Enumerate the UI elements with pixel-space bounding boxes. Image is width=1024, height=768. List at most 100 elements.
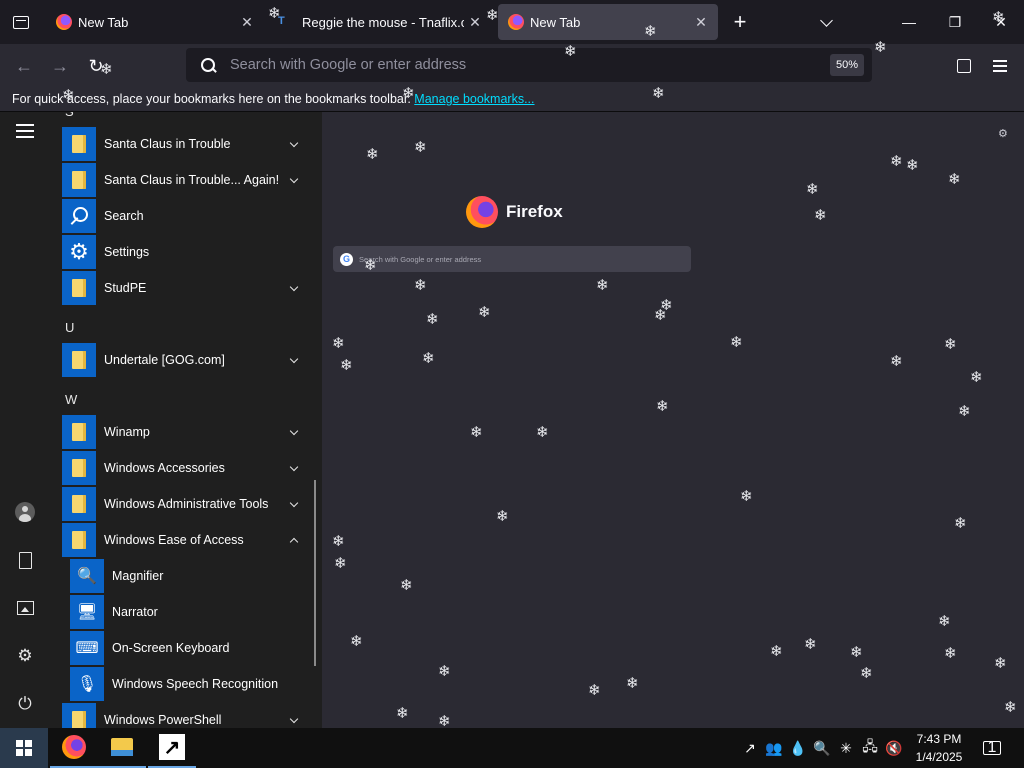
- app-label: Magnifier: [112, 569, 164, 583]
- tray-volume-icon[interactable]: 🔇: [884, 738, 904, 758]
- app-label: On-Screen Keyboard: [112, 641, 230, 655]
- app-santa-claus-in-trouble[interactable]: Santa Claus in Trouble: [62, 126, 316, 162]
- zoom-level-button[interactable]: 50%: [829, 54, 864, 76]
- tray-people-icon[interactable]: 👥: [764, 738, 784, 758]
- power-icon[interactable]: ⏻: [13, 692, 37, 716]
- chevron-down-icon: [286, 424, 302, 440]
- google-icon: G: [340, 252, 353, 266]
- pictures-button[interactable]: [13, 596, 37, 620]
- folder-icon: [72, 171, 86, 189]
- app-windows-ease-of-access[interactable]: Windows Ease of Access: [62, 522, 316, 558]
- taskbar-file-explorer[interactable]: [98, 728, 146, 768]
- minimize-button[interactable]: —: [886, 0, 932, 44]
- app-label: Windows Accessories: [104, 461, 225, 475]
- folder-tile: [62, 703, 96, 728]
- firefox-brand: Firefox: [466, 196, 563, 228]
- app-windows-accessories[interactable]: Windows Accessories: [62, 450, 316, 486]
- firefox-view-button[interactable]: [0, 0, 42, 44]
- tray-star-icon[interactable]: ✳: [836, 738, 856, 758]
- letter-header-s[interactable]: S: [65, 112, 74, 119]
- tab-title: New Tab: [78, 14, 129, 30]
- page-settings-icon[interactable]: ⚙: [998, 127, 1008, 140]
- app-on-screen-keyboard[interactable]: ⌨ On-Screen Keyboard: [70, 630, 322, 666]
- puzzle-icon: [957, 59, 971, 73]
- url-placeholder: Search with Google or enter address: [230, 57, 467, 73]
- chevron-down-icon: [286, 496, 302, 512]
- back-button[interactable]: ←: [10, 52, 38, 80]
- manage-bookmarks-link[interactable]: Manage bookmarks...: [414, 92, 534, 106]
- app-windows-powershell[interactable]: Windows PowerShell: [62, 702, 316, 728]
- app-windows-speech-recognition[interactable]: 🎙 Windows Speech Recognition: [70, 666, 322, 702]
- folder-tile: [62, 415, 96, 449]
- settings-icon[interactable]: ⚙: [13, 644, 37, 668]
- extensions-button[interactable]: [950, 52, 978, 80]
- magnifier-icon: 🔍: [70, 559, 104, 593]
- chevron-down-icon: [286, 460, 302, 476]
- restore-button[interactable]: ❐: [932, 0, 978, 44]
- app-menu-button[interactable]: [986, 52, 1014, 80]
- forward-button[interactable]: →: [46, 52, 74, 80]
- folder-tile: [62, 343, 96, 377]
- tab-list-icon: [13, 15, 29, 29]
- tray-search-icon[interactable]: 🔍: [812, 738, 832, 758]
- tab-close-icon[interactable]: ✕: [690, 11, 712, 33]
- letter-header-w[interactable]: W: [65, 392, 77, 407]
- tray-network-icon[interactable]: 🖧: [860, 738, 880, 758]
- clock-time: 7:43 PM: [916, 732, 962, 746]
- taskbar-clock[interactable]: 7:43 PM 1/4/2025: [914, 730, 964, 766]
- reload-button[interactable]: ↻: [82, 52, 110, 80]
- settings-tile: ⚙: [62, 235, 96, 269]
- app-label: Narrator: [112, 605, 158, 619]
- app-label: Winamp: [104, 425, 150, 439]
- app-undertale[interactable]: Undertale [GOG.com]: [62, 342, 316, 378]
- app-winamp[interactable]: Winamp: [62, 414, 316, 450]
- app-magnifier[interactable]: 🔍 Magnifier: [70, 558, 322, 594]
- app-studpe[interactable]: StudPE: [62, 270, 316, 306]
- documents-button[interactable]: [13, 548, 37, 572]
- tray-drop-icon[interactable]: 💧: [788, 738, 808, 758]
- start-button[interactable]: [0, 728, 48, 768]
- app-label: Windows Speech Recognition: [112, 677, 279, 691]
- folder-icon: [72, 531, 86, 549]
- chevron-down-icon: [286, 280, 302, 296]
- search-icon: [200, 57, 216, 73]
- firefox-icon: [508, 14, 524, 30]
- app-list-scrollbar[interactable]: [314, 480, 316, 666]
- folder-tile: [62, 271, 96, 305]
- tab-reggie[interactable]: T Reggie the mouse - Tnaflix.com ✕: [270, 4, 492, 40]
- file-explorer-icon: [111, 738, 133, 756]
- url-bar[interactable]: Search with Google or enter address 50%: [186, 48, 872, 82]
- hamburger-icon[interactable]: [16, 124, 34, 138]
- notification-count-badge: 1: [987, 739, 997, 756]
- list-all-tabs-button[interactable]: [812, 8, 840, 36]
- taskbar-shortcut-app[interactable]: ↗: [148, 728, 196, 768]
- navigation-toolbar: ← → ↻ Search with Google or enter addres…: [0, 44, 1024, 86]
- narrator-icon: 🖥: [70, 595, 104, 629]
- tab-close-icon[interactable]: ✕: [236, 11, 258, 33]
- page-search-input[interactable]: G Search with Google or enter address: [333, 246, 691, 272]
- tab-new-tab-1[interactable]: New Tab ✕: [46, 4, 264, 40]
- app-settings[interactable]: ⚙ Settings: [62, 234, 316, 270]
- app-label: Search: [104, 209, 144, 223]
- shortcut-arrow-icon: ↗: [159, 734, 185, 760]
- tab-new-tab-active[interactable]: New Tab ✕: [498, 4, 718, 40]
- tray-shortcut-icon[interactable]: ↗: [740, 738, 760, 758]
- close-window-button[interactable]: ✕: [978, 0, 1024, 44]
- app-label: Windows Administrative Tools: [104, 497, 269, 511]
- new-tab-button[interactable]: +: [726, 8, 754, 36]
- letter-header-u[interactable]: U: [65, 320, 74, 335]
- tab-close-icon[interactable]: ✕: [464, 11, 486, 33]
- firefox-icon: [62, 735, 86, 759]
- taskbar-firefox[interactable]: [50, 728, 98, 768]
- app-label: Windows Ease of Access: [104, 533, 244, 547]
- app-windows-administrative-tools[interactable]: Windows Administrative Tools: [62, 486, 316, 522]
- app-label: Undertale [GOG.com]: [104, 353, 225, 367]
- bookmarks-toolbar: For quick access, place your bookmarks h…: [0, 86, 1024, 112]
- user-account-button[interactable]: [13, 500, 37, 524]
- brand-name: Firefox: [506, 202, 563, 221]
- app-narrator[interactable]: 🖥 Narrator: [70, 594, 322, 630]
- start-menu-rail: ⚙ ⏻: [0, 112, 50, 728]
- app-santa-claus-again[interactable]: Santa Claus in Trouble... Again!: [62, 162, 316, 198]
- app-label: Santa Claus in Trouble... Again!: [104, 173, 280, 187]
- app-search[interactable]: Search: [62, 198, 316, 234]
